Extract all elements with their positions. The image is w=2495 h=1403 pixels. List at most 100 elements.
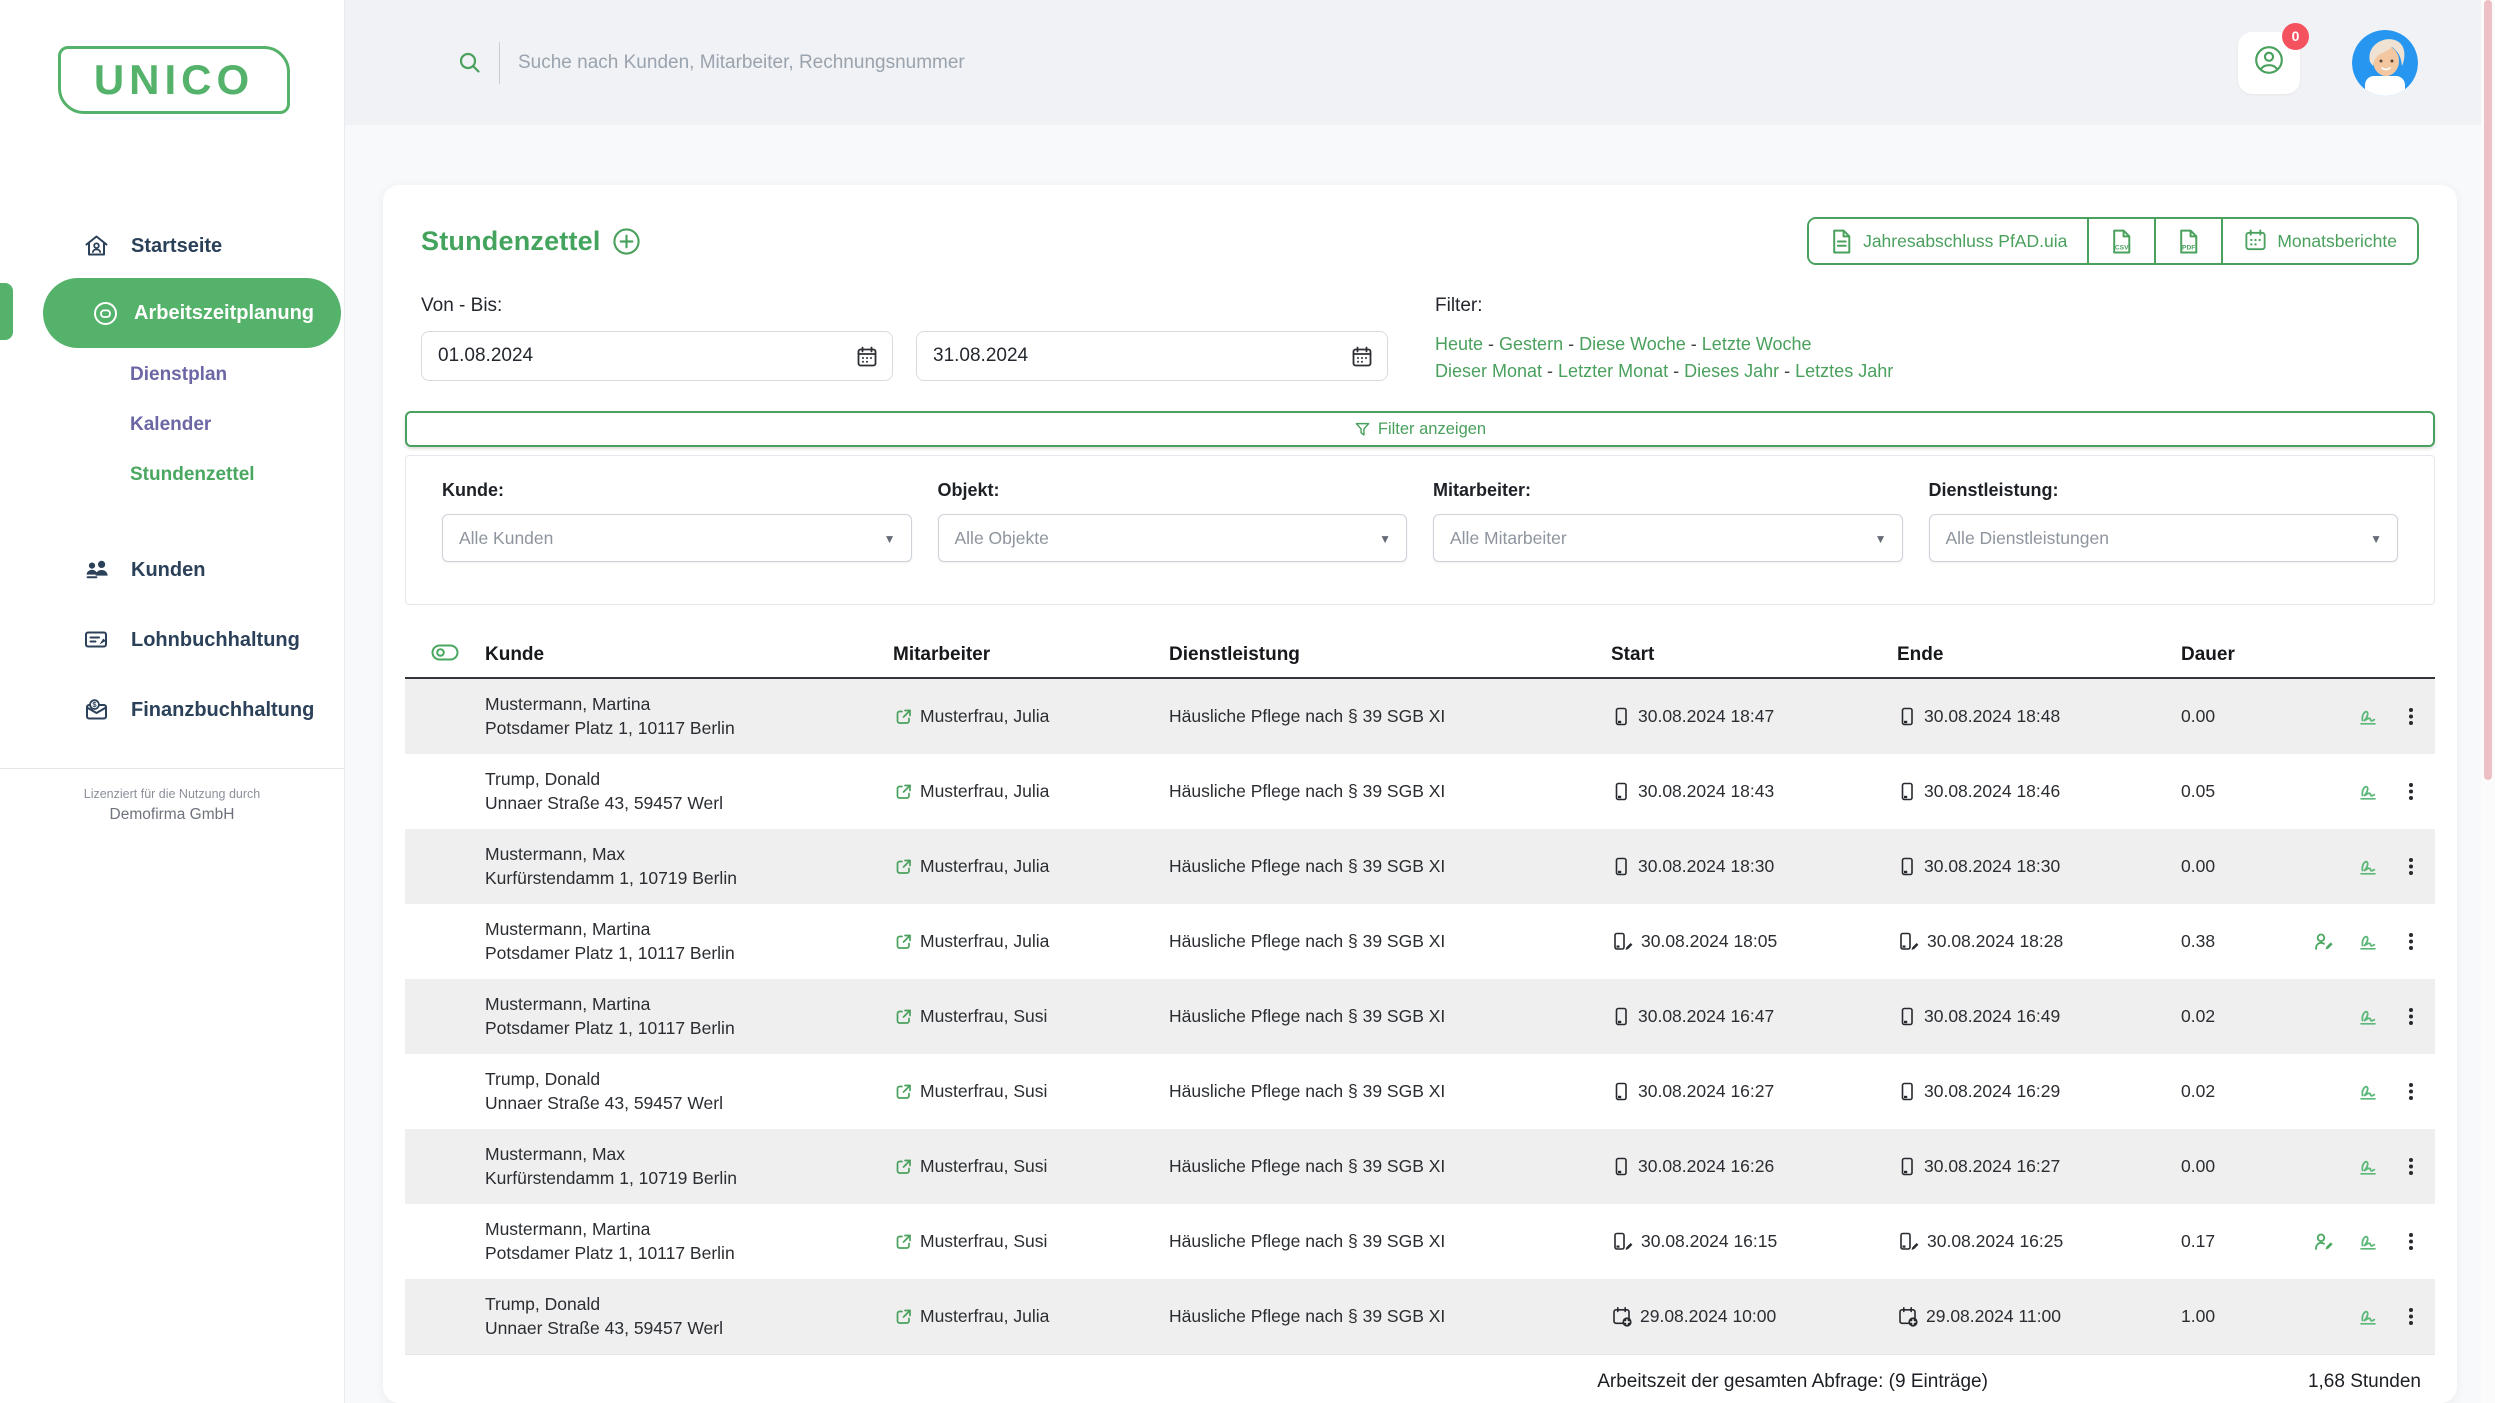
payroll-icon <box>83 627 110 653</box>
signature-icon[interactable] <box>2356 781 2381 803</box>
signature-icon[interactable] <box>2356 706 2381 728</box>
row-menu-icon[interactable] <box>2401 856 2421 877</box>
external-link-icon[interactable] <box>893 1082 913 1102</box>
quick-filter-diese-woche[interactable]: Diese Woche <box>1579 334 1686 354</box>
search-input[interactable] <box>518 52 1218 74</box>
external-link-icon[interactable] <box>893 782 913 802</box>
table-row[interactable]: Mustermann, Martina Potsdamer Platz 1, 1… <box>405 904 2435 979</box>
signature-icon[interactable] <box>2356 1081 2381 1103</box>
file-csv-icon: CSV <box>2109 228 2134 255</box>
table-row[interactable]: Mustermann, Max Kurfürstendamm 1, 10719 … <box>405 829 2435 904</box>
filter-toggle-button[interactable]: Filter anzeigen <box>405 411 2435 447</box>
date-from-input[interactable] <box>438 345 844 367</box>
signature-icon[interactable] <box>2356 856 2381 878</box>
customer-address: Potsdamer Platz 1, 10117 Berlin <box>485 717 883 740</box>
external-link-icon[interactable] <box>893 932 913 952</box>
column-kunde: Kunde <box>485 644 893 666</box>
jahresabschluss-button[interactable]: Jahresabschluss PfAD.uia <box>1809 219 2087 263</box>
table-row[interactable]: Mustermann, Martina Potsdamer Platz 1, 1… <box>405 1204 2435 1279</box>
chevron-down-icon: ▼ <box>2370 532 2382 546</box>
calendar-icon[interactable] <box>1350 345 1374 369</box>
table-row[interactable]: Mustermann, Martina Potsdamer Platz 1, 1… <box>405 679 2435 754</box>
export-pdf-button[interactable]: PDF <box>2154 219 2221 263</box>
employee-name: Musterfrau, Susi <box>920 1156 1047 1177</box>
table-row[interactable]: Trump, Donald Unnaer Straße 43, 59457 We… <box>405 754 2435 829</box>
unico-logo[interactable]: UNICO <box>58 46 290 114</box>
row-menu-icon[interactable] <box>2401 1306 2421 1327</box>
row-menu-icon[interactable] <box>2401 1231 2421 1252</box>
table-footer: Arbeitszeit der gesamten Abfrage: (9 Ein… <box>405 1354 2435 1403</box>
active-nav-indicator <box>0 283 13 340</box>
signature-icon[interactable] <box>2356 1006 2381 1028</box>
quick-filter-letzter-monat[interactable]: Letzter Monat <box>1558 361 1668 381</box>
monatsberichte-button[interactable]: Monatsberichte <box>2221 219 2417 263</box>
row-menu-icon[interactable] <box>2401 1156 2421 1177</box>
end-time: 30.08.2024 16:29 <box>1924 1081 2060 1102</box>
duration-value: 0.02 <box>2181 1081 2301 1102</box>
calendar-icon <box>2243 228 2268 255</box>
external-link-icon[interactable] <box>893 857 913 877</box>
sidebar-item-stundenzettel[interactable]: Stundenzettel <box>0 450 344 500</box>
objekt-select[interactable]: Alle Objekte ▼ <box>938 514 1408 562</box>
table-header: Kunde Mitarbeiter Dienstleistung Start E… <box>405 633 2435 679</box>
external-link-icon[interactable] <box>893 1007 913 1027</box>
row-menu-icon[interactable] <box>2401 781 2421 802</box>
quick-filter-dieser-monat[interactable]: Dieser Monat <box>1435 361 1542 381</box>
toggle-icon[interactable] <box>431 640 459 671</box>
quick-filter-letztes-jahr[interactable]: Letztes Jahr <box>1795 361 1893 381</box>
license-line1: Lizenziert für die Nutzung durch <box>0 787 344 801</box>
external-link-icon[interactable] <box>893 1232 913 1252</box>
quick-filter-dieses-jahr[interactable]: Dieses Jahr <box>1684 361 1779 381</box>
sidebar-item-startseite[interactable]: Startseite <box>0 216 344 276</box>
customer-address: Potsdamer Platz 1, 10117 Berlin <box>485 1017 883 1040</box>
sidebar-item-dienstplan[interactable]: Dienstplan <box>0 350 344 400</box>
table-row[interactable]: Trump, Donald Unnaer Straße 43, 59457 We… <box>405 1279 2435 1354</box>
external-link-icon[interactable] <box>893 1307 913 1327</box>
customer-name: Mustermann, Martina <box>485 1218 883 1241</box>
avatar[interactable] <box>2352 30 2418 96</box>
sidebar-item-kalender[interactable]: Kalender <box>0 400 344 450</box>
signature-icon[interactable] <box>2356 1156 2381 1178</box>
row-menu-icon[interactable] <box>2401 1006 2421 1027</box>
phone-icon <box>1897 1006 1917 1027</box>
start-time: 30.08.2024 16:47 <box>1638 1006 1774 1027</box>
dienstleistung-select[interactable]: Alle Dienstleistungen ▼ <box>1929 514 2399 562</box>
sidebar-item-finanzbuchhaltung[interactable]: $ Finanzbuchhaltung <box>0 680 344 740</box>
user-edit-icon[interactable] <box>2313 931 2336 953</box>
table-row[interactable]: Mustermann, Martina Potsdamer Platz 1, 1… <box>405 979 2435 1054</box>
quick-filter-separator: - <box>1483 334 1499 354</box>
quick-filter-letzte-woche[interactable]: Letzte Woche <box>1702 334 1812 354</box>
start-time: 30.08.2024 18:05 <box>1641 931 1777 952</box>
row-menu-icon[interactable] <box>2401 1081 2421 1102</box>
row-menu-icon[interactable] <box>2401 706 2421 727</box>
signature-icon[interactable] <box>2356 1231 2381 1253</box>
quick-filter-heute[interactable]: Heute <box>1435 334 1483 354</box>
account-button[interactable]: 0 <box>2238 32 2300 94</box>
kunde-select[interactable]: Alle Kunden ▼ <box>442 514 912 562</box>
quick-filter-gestern[interactable]: Gestern <box>1499 334 1563 354</box>
external-link-icon[interactable] <box>893 707 913 727</box>
sidebar-item-kunden[interactable]: Kunden <box>0 540 344 600</box>
signature-icon[interactable] <box>2356 931 2381 953</box>
calendar-icon[interactable] <box>855 345 879 369</box>
search-icon[interactable] <box>457 50 483 76</box>
export-csv-button[interactable]: CSV <box>2087 219 2154 263</box>
sidebar-item-arbeitszeitplanung[interactable]: Arbeitszeitplanung <box>43 278 341 348</box>
start-time: 29.08.2024 10:00 <box>1640 1306 1776 1327</box>
user-edit-icon[interactable] <box>2313 1231 2336 1253</box>
service-name: Häusliche Pflege nach § 39 SGB XI <box>1169 931 1611 952</box>
table-row[interactable]: Mustermann, Max Kurfürstendamm 1, 10719 … <box>405 1129 2435 1204</box>
row-menu-icon[interactable] <box>2401 931 2421 952</box>
sidebar-item-lohnbuchhaltung[interactable]: Lohnbuchhaltung <box>0 610 344 670</box>
card-header: Stundenzettel Jahresabsch <box>421 217 2419 265</box>
table-row[interactable]: Trump, Donald Unnaer Straße 43, 59457 We… <box>405 1054 2435 1129</box>
column-start: Start <box>1611 644 1897 666</box>
mitarbeiter-select[interactable]: Alle Mitarbeiter ▼ <box>1433 514 1903 562</box>
scrollbar-thumb[interactable] <box>2484 0 2492 780</box>
add-entry-button[interactable] <box>612 227 641 256</box>
signature-icon[interactable] <box>2356 1306 2381 1328</box>
external-link-icon[interactable] <box>893 1157 913 1177</box>
date-to-field <box>916 331 1388 381</box>
date-to-input[interactable] <box>933 345 1339 367</box>
end-time: 30.08.2024 16:49 <box>1924 1006 2060 1027</box>
